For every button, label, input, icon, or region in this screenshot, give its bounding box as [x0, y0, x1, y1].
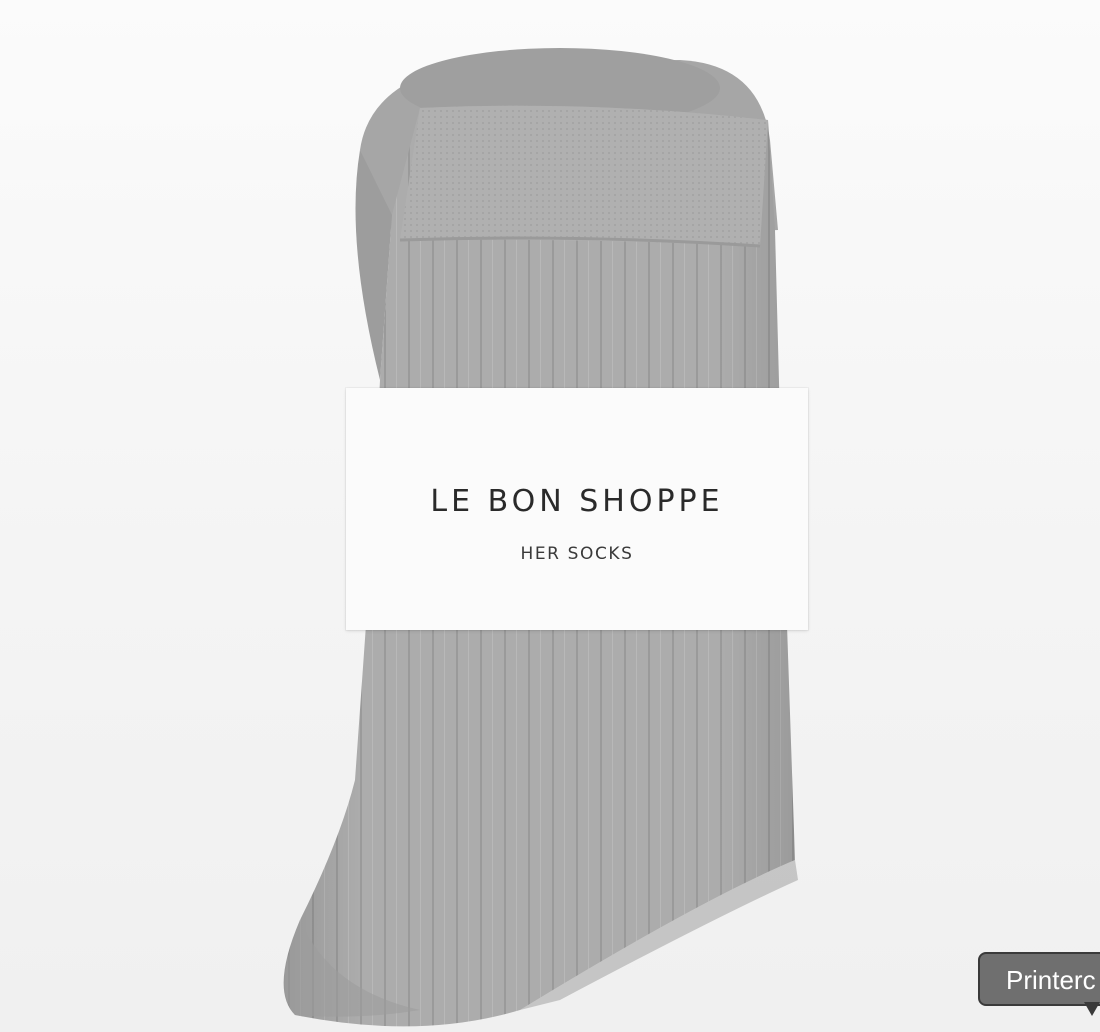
- sock-cuff: [400, 105, 768, 246]
- product-band-card: LE BON SHOPPE HER SOCKS: [346, 388, 808, 630]
- printer-tooltip-label: Printerc: [1006, 965, 1096, 995]
- product-name: HER SOCKS: [520, 544, 634, 564]
- printer-tooltip[interactable]: Printerc: [978, 952, 1100, 1006]
- viewport: LE BON SHOPPE HER SOCKS Printerc: [0, 0, 1100, 1032]
- brand-name: LE BON SHOPPE: [430, 484, 724, 519]
- tooltip-tail: [1084, 1002, 1100, 1016]
